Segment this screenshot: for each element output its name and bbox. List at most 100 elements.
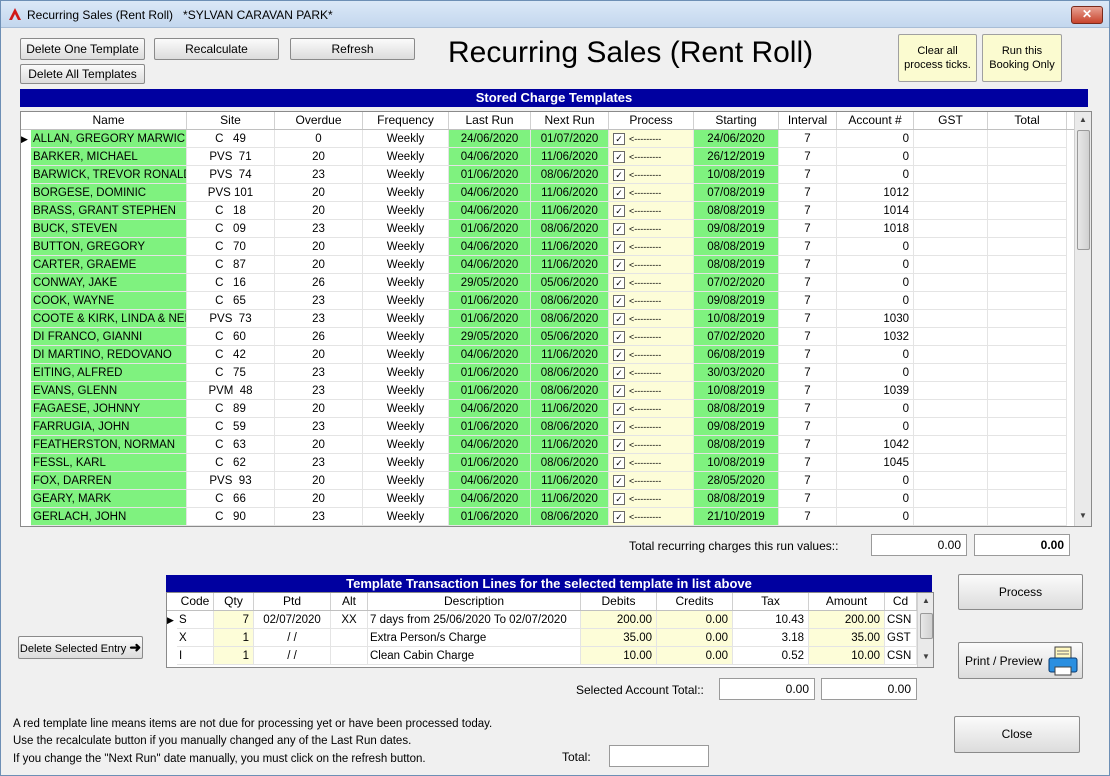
cell-interval[interactable]: 7 xyxy=(779,166,837,184)
cell-start[interactable]: 30/03/2020 xyxy=(694,364,779,382)
cell-interval[interactable]: 7 xyxy=(779,508,837,526)
cell-next[interactable]: 08/06/2020 xyxy=(531,310,609,328)
col-header-freq[interactable]: Frequency xyxy=(363,112,449,129)
lines-scroll-thumb[interactable] xyxy=(920,613,933,639)
cell-last[interactable]: 04/06/2020 xyxy=(449,346,531,364)
line-cell-amount[interactable]: 35.00 xyxy=(809,629,885,647)
title-bar[interactable]: Recurring Sales (Rent Roll) *SYLVAN CARA… xyxy=(1,1,1109,28)
template-row[interactable]: BRASS, GRANT STEPHEN C 18 20 Weekly 04/06/20… xyxy=(21,202,1075,220)
cell-gst[interactable] xyxy=(914,400,988,418)
cell-gst[interactable] xyxy=(914,130,988,148)
cell-total[interactable] xyxy=(988,472,1067,490)
cell-overdue[interactable]: 23 xyxy=(275,292,363,310)
cell-overdue[interactable]: 23 xyxy=(275,310,363,328)
cell-freq[interactable]: Weekly xyxy=(363,454,449,472)
cell-next[interactable]: 11/06/2020 xyxy=(531,472,609,490)
cell-next[interactable]: 01/07/2020 xyxy=(531,130,609,148)
template-row[interactable]: DI FRANCO, GIANNI C 60 26 Weekly 29/05/2020 0… xyxy=(21,328,1075,346)
lines-grid[interactable]: Code Qty Ptd Alt Description Debits Credits Tax… xyxy=(166,592,934,668)
cell-last[interactable]: 04/06/2020 xyxy=(449,238,531,256)
lines-scrollbar[interactable]: ▲ ▼ xyxy=(917,593,933,667)
line-cell-ptd[interactable]: 02/07/2020 xyxy=(254,611,331,629)
line-cell-credits[interactable]: 0.00 xyxy=(657,629,733,647)
cell-total[interactable] xyxy=(988,274,1067,292)
process-checkbox[interactable]: ✓ xyxy=(613,276,625,289)
cell-next[interactable]: 11/06/2020 xyxy=(531,202,609,220)
cell-last[interactable]: 01/06/2020 xyxy=(449,220,531,238)
line-col-header-qty[interactable]: Qty xyxy=(214,593,254,610)
cell-interval[interactable]: 7 xyxy=(779,184,837,202)
process-checkbox[interactable]: ✓ xyxy=(613,366,625,379)
cell-next[interactable]: 11/06/2020 xyxy=(531,256,609,274)
line-col-header-alt[interactable]: Alt xyxy=(331,593,368,610)
process-cell[interactable]: ✓ <--------- xyxy=(609,130,694,148)
process-cell[interactable]: ✓ <--------- xyxy=(609,184,694,202)
cell-gst[interactable] xyxy=(914,202,988,220)
process-cell[interactable]: ✓ <--------- xyxy=(609,472,694,490)
cell-total[interactable] xyxy=(988,184,1067,202)
line-cell-desc[interactable]: 7 days from 25/06/2020 To 02/07/2020 xyxy=(368,611,581,629)
cell-overdue[interactable]: 23 xyxy=(275,508,363,526)
cell-interval[interactable]: 7 xyxy=(779,292,837,310)
cell-gst[interactable] xyxy=(914,220,988,238)
process-checkbox[interactable]: ✓ xyxy=(613,420,625,433)
cell-overdue[interactable]: 20 xyxy=(275,490,363,508)
cell-start[interactable]: 10/08/2019 xyxy=(694,454,779,472)
cell-start[interactable]: 08/08/2019 xyxy=(694,202,779,220)
cell-total[interactable] xyxy=(988,202,1067,220)
cell-name[interactable]: FEATHERSTON, NORMAN xyxy=(31,436,187,454)
process-cell[interactable]: ✓ <--------- xyxy=(609,274,694,292)
col-header-site[interactable]: Site xyxy=(187,112,275,129)
cell-name[interactable]: BARKER, MICHAEL xyxy=(31,148,187,166)
cell-account[interactable]: 0 xyxy=(837,346,914,364)
process-checkbox[interactable]: ✓ xyxy=(613,168,625,181)
line-cell-desc[interactable]: Clean Cabin Charge xyxy=(368,647,581,665)
process-button[interactable]: Process xyxy=(958,574,1083,610)
cell-gst[interactable] xyxy=(914,490,988,508)
line-cell-qty[interactable]: 7 xyxy=(214,611,254,629)
line-cell-alt[interactable]: XX xyxy=(331,611,368,629)
cell-freq[interactable]: Weekly xyxy=(363,400,449,418)
line-cell-credits[interactable]: 0.00 xyxy=(657,647,733,665)
cell-account[interactable]: 0 xyxy=(837,256,914,274)
cell-interval[interactable]: 7 xyxy=(779,472,837,490)
cell-last[interactable]: 04/06/2020 xyxy=(449,148,531,166)
template-row[interactable]: ▶ ALLAN, GREGORY MARWICK C 49 0 Weekly 24/06/… xyxy=(21,130,1075,148)
cell-interval[interactable]: 7 xyxy=(779,490,837,508)
template-row[interactable]: CONWAY, JAKE C 16 26 Weekly 29/05/2020 05/06/… xyxy=(21,274,1075,292)
cell-freq[interactable]: Weekly xyxy=(363,220,449,238)
process-cell[interactable]: ✓ <--------- xyxy=(609,346,694,364)
cell-overdue[interactable]: 20 xyxy=(275,256,363,274)
template-row[interactable]: FARRUGIA, JOHN C 59 23 Weekly 01/06/2020 08/0… xyxy=(21,418,1075,436)
cell-freq[interactable]: Weekly xyxy=(363,310,449,328)
cell-gst[interactable] xyxy=(914,382,988,400)
cell-gst[interactable] xyxy=(914,238,988,256)
line-cell-desc[interactable]: Extra Person/s Charge xyxy=(368,629,581,647)
col-header-process[interactable]: Process xyxy=(609,112,694,129)
line-col-header-credits[interactable]: Credits xyxy=(657,593,733,610)
cell-freq[interactable]: Weekly xyxy=(363,274,449,292)
line-row[interactable]: I 1/ / Clean Cabin Charge 10.00 0.00 0.52 10.0… xyxy=(167,647,917,665)
cell-gst[interactable] xyxy=(914,310,988,328)
line-cell-code[interactable]: S xyxy=(177,611,214,629)
cell-interval[interactable]: 7 xyxy=(779,256,837,274)
line-col-header-debits[interactable]: Debits xyxy=(581,593,657,610)
process-checkbox[interactable]: ✓ xyxy=(613,312,625,325)
cell-start[interactable]: 08/08/2019 xyxy=(694,436,779,454)
cell-name[interactable]: EVANS, GLENN xyxy=(31,382,187,400)
cell-account[interactable]: 0 xyxy=(837,130,914,148)
cell-next[interactable]: 08/06/2020 xyxy=(531,166,609,184)
cell-gst[interactable] xyxy=(914,454,988,472)
cell-next[interactable]: 11/06/2020 xyxy=(531,148,609,166)
line-cell-tax[interactable]: 0.52 xyxy=(733,647,809,665)
scroll-down-icon[interactable]: ▼ xyxy=(1075,508,1091,524)
line-cell-cd[interactable]: CSN xyxy=(885,611,917,629)
cell-site[interactable]: C 63 xyxy=(187,436,275,454)
cell-account[interactable]: 1018 xyxy=(837,220,914,238)
cell-interval[interactable]: 7 xyxy=(779,346,837,364)
cell-total[interactable] xyxy=(988,364,1067,382)
cell-account[interactable]: 0 xyxy=(837,472,914,490)
template-row[interactable]: EITING, ALFRED C 75 23 Weekly 01/06/2020 08/0… xyxy=(21,364,1075,382)
cell-name[interactable]: GEARY, MARK xyxy=(31,490,187,508)
cell-next[interactable]: 08/06/2020 xyxy=(531,220,609,238)
